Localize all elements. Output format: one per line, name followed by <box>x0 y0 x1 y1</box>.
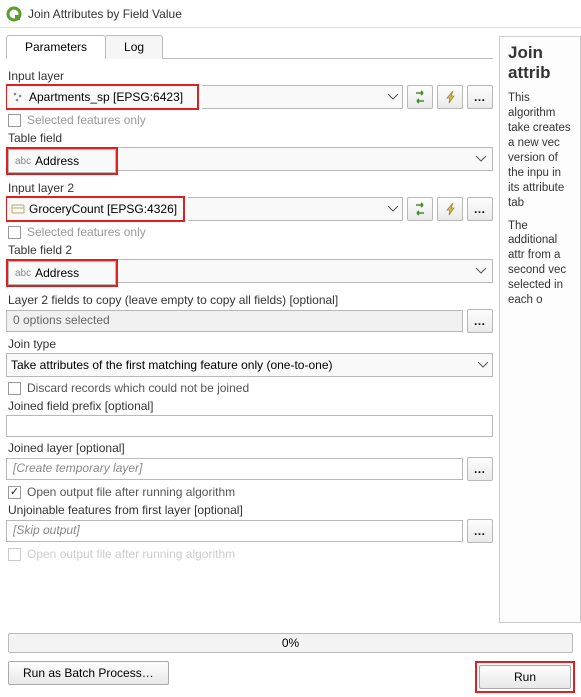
tab-bar: Parameters Log <box>6 34 493 59</box>
iterate-button[interactable] <box>407 85 433 109</box>
table-field-combo[interactable]: abc Address <box>8 149 116 173</box>
label-unjoinable: Unjoinable features from first layer [op… <box>8 503 493 517</box>
help-p2: The additional attr from a second vec se… <box>508 219 574 309</box>
label-input-layer: Input layer <box>8 69 493 83</box>
bottom-bar: 0% Run as Batch Process… Run <box>0 627 581 697</box>
join-type-value: Take attributes of the first matching fe… <box>11 358 333 372</box>
tab-parameters[interactable]: Parameters <box>6 35 106 59</box>
input-layer-value: Apartments_sp [EPSG:6423] <box>29 90 183 104</box>
run-batch-button[interactable]: Run as Batch Process… <box>8 661 169 685</box>
discard-checkbox[interactable] <box>8 382 21 395</box>
label-prefix: Joined field prefix [optional] <box>8 399 493 413</box>
input-layer-combo[interactable]: Apartments_sp [EPSG:6423] <box>6 85 198 109</box>
label-table-field: Table field <box>8 131 493 145</box>
abc-icon: abc <box>15 268 31 279</box>
table-field-hl: abc Address <box>6 147 118 175</box>
progress-text: 0% <box>282 636 299 650</box>
selected-only2-label: Selected features only <box>27 225 146 239</box>
progress-bar: 0% <box>8 633 573 653</box>
advanced-button-2[interactable] <box>437 197 463 221</box>
input-layer2-value: GroceryCount [EPSG:4326] <box>29 202 177 216</box>
input-layer2-combo[interactable]: GroceryCount [EPSG:4326] <box>6 197 184 221</box>
open-output2-checkbox[interactable] <box>8 548 21 561</box>
joined-layer-input[interactable]: [Create temporary layer] <box>6 458 463 480</box>
run-highlight: Run <box>475 661 575 693</box>
label-join-type: Join type <box>8 337 493 351</box>
joined-layer-browse[interactable]: … <box>467 457 493 481</box>
chevron-down-icon <box>388 206 398 212</box>
browse-button-2[interactable]: … <box>467 197 493 221</box>
selected-only2-checkbox[interactable] <box>8 226 21 239</box>
label-table-field2: Table field 2 <box>8 243 493 257</box>
table-field2-value: Address <box>35 266 79 280</box>
selected-only-label: Selected features only <box>27 113 146 127</box>
qgis-icon <box>6 6 22 22</box>
discard-label: Discard records which could not be joine… <box>27 381 249 395</box>
table-layer-icon <box>11 202 25 216</box>
label-joined-layer: Joined layer [optional] <box>8 441 493 455</box>
label-fields-to-copy: Layer 2 fields to copy (leave empty to c… <box>8 293 493 307</box>
abc-icon: abc <box>15 156 31 167</box>
table-field-value: Address <box>35 154 79 168</box>
input-layer-combo-ext[interactable] <box>202 85 403 109</box>
advanced-button[interactable] <box>437 85 463 109</box>
unjoinable-input[interactable]: [Skip output] <box>6 520 463 542</box>
table-field-combo-ext[interactable] <box>118 147 493 171</box>
run-button[interactable]: Run <box>479 665 571 689</box>
iterate-button-2[interactable] <box>407 197 433 221</box>
table-field2-combo-ext[interactable] <box>118 259 493 283</box>
table-field2-hl: abc Address <box>6 259 118 287</box>
unjoinable-browse[interactable]: … <box>467 519 493 543</box>
help-panel: Join attrib This algorithm take creates … <box>499 36 581 623</box>
parameters-panel: Parameters Log Input layer Apartments_sp… <box>0 28 499 627</box>
window-title: Join Attributes by Field Value <box>28 7 182 21</box>
fields-browse-button[interactable]: … <box>467 309 493 333</box>
tab-log[interactable]: Log <box>105 35 163 59</box>
chevron-down-icon <box>476 268 486 274</box>
help-title: Join attrib <box>508 43 574 83</box>
point-layer-icon <box>11 90 25 104</box>
chevron-down-icon <box>476 156 486 162</box>
browse-button[interactable]: … <box>467 85 493 109</box>
selected-only-checkbox[interactable] <box>8 114 21 127</box>
help-p1: This algorithm take creates a new vec ve… <box>508 91 574 211</box>
chevron-down-icon <box>478 362 488 368</box>
label-input-layer2: Input layer 2 <box>8 181 493 195</box>
chevron-down-icon <box>388 94 398 100</box>
titlebar: Join Attributes by Field Value <box>0 0 581 28</box>
prefix-input[interactable] <box>6 415 493 437</box>
open-output2-label: Open output file after running algorithm <box>27 547 235 561</box>
input-layer2-combo-ext[interactable] <box>188 197 403 221</box>
table-field2-combo[interactable]: abc Address <box>8 261 116 285</box>
open-output-label: Open output file after running algorithm <box>27 485 235 499</box>
join-type-combo[interactable]: Take attributes of the first matching fe… <box>6 353 493 377</box>
fields-to-copy-input[interactable]: 0 options selected <box>6 310 463 332</box>
open-output-checkbox[interactable] <box>8 486 21 499</box>
